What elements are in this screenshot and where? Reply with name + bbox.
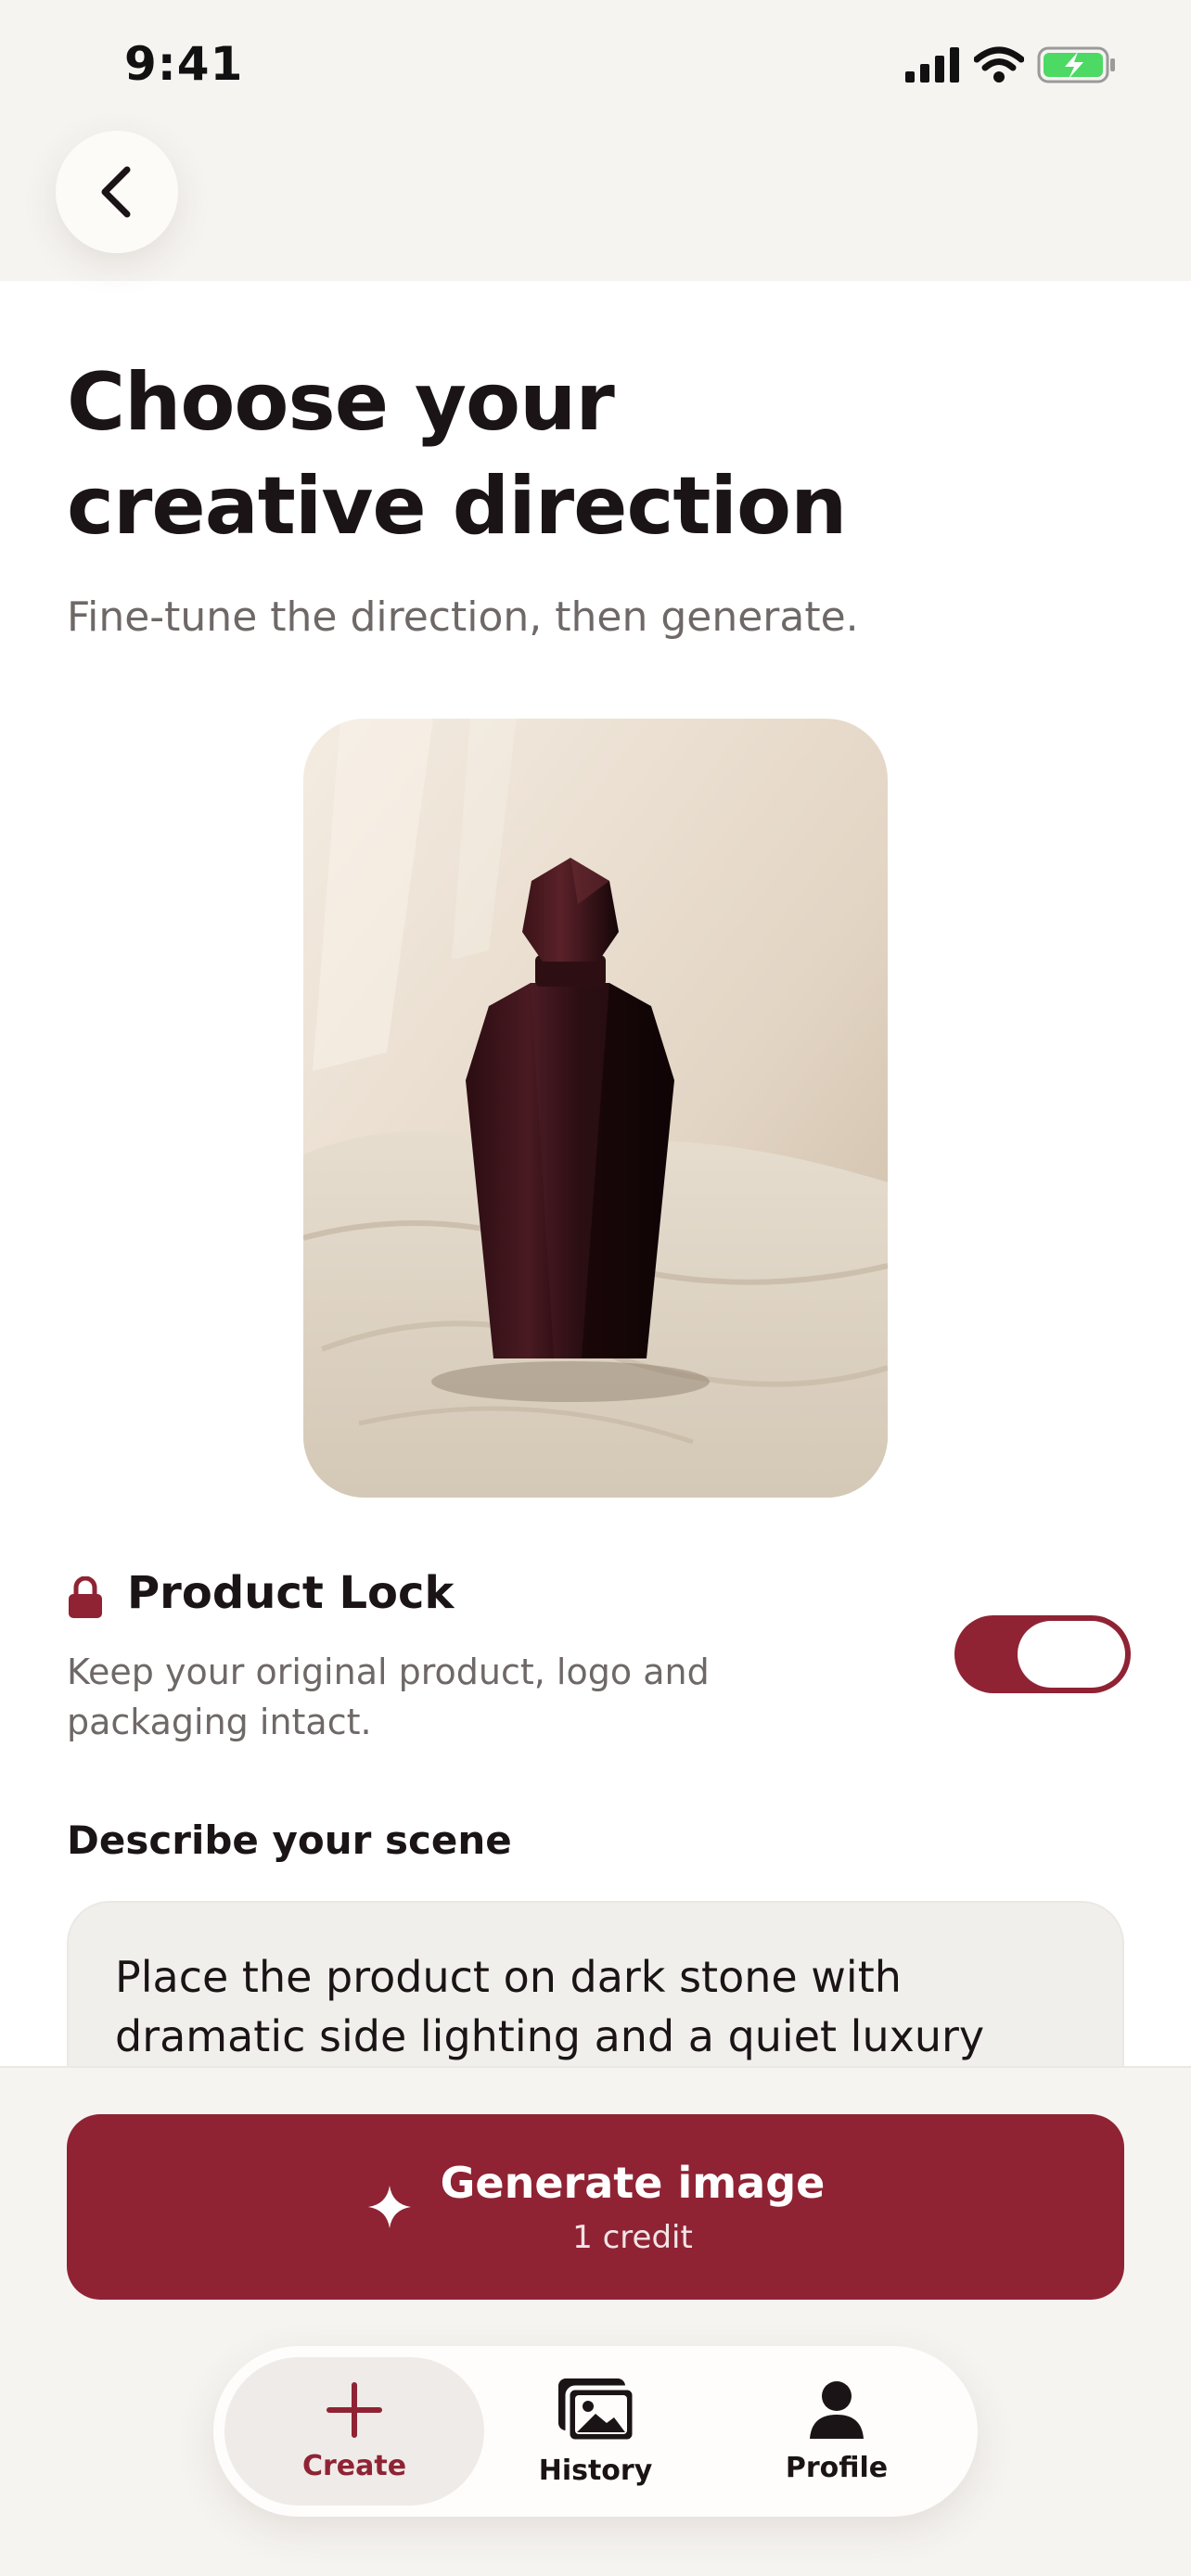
tab-history[interactable]: History <box>466 2357 725 2506</box>
tab-profile[interactable]: Profile <box>707 2357 967 2506</box>
tab-bar: Create History Profile <box>213 2346 978 2517</box>
cellular-signal-icon <box>905 47 959 83</box>
generate-image-button[interactable]: Generate image 1 credit <box>67 2114 1124 2300</box>
status-bar: 9:41 <box>0 0 1191 130</box>
tab-create[interactable]: Create <box>224 2357 484 2506</box>
perfume-bottle-photo <box>303 719 888 1498</box>
toggle-knob <box>1018 1621 1125 1688</box>
scene-label: Describe your scene <box>67 1817 512 1863</box>
status-time: 9:41 <box>124 37 244 91</box>
person-icon <box>810 2380 864 2439</box>
gallery-icon <box>558 2378 636 2443</box>
chevron-left-icon <box>101 166 131 218</box>
page-title-line-1: Choose your <box>67 356 615 449</box>
tab-create-label: Create <box>301 2449 407 2482</box>
product-lock-description: Keep your original product, logo and pac… <box>67 1651 710 1742</box>
tab-history-label: History <box>538 2454 653 2487</box>
lock-icon <box>69 1576 102 1618</box>
back-button[interactable] <box>56 131 178 253</box>
sparkle-icon <box>367 2186 411 2228</box>
generate-image-label: Generate image <box>440 2158 826 2208</box>
product-lock-toggle[interactable] <box>954 1615 1131 1693</box>
plus-icon <box>327 2381 382 2438</box>
wifi-icon <box>974 46 1024 83</box>
tab-profile-label: Profile <box>785 2451 889 2484</box>
credit-cost: 1 credit <box>572 2219 693 2256</box>
product-lock-title: Product Lock <box>127 1567 455 1619</box>
page-subtitle: Fine-tune the direction, then generate. <box>67 593 859 641</box>
battery-charging-icon <box>1037 46 1115 83</box>
screen: 9:41 Choose your creative direction Fine… <box>0 0 1191 2576</box>
product-image <box>303 719 888 1498</box>
page-title-line-2: creative direction <box>67 460 847 553</box>
page-title: Choose your creative direction <box>67 351 1087 558</box>
scene-input-text: Place the product on dark stone with dra… <box>115 1952 985 2061</box>
status-icons <box>905 46 1117 83</box>
